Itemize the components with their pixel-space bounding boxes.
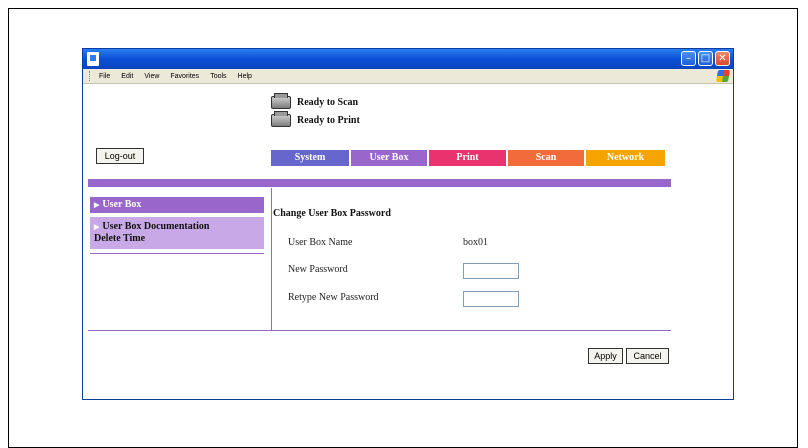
cancel-button[interactable]: Cancel xyxy=(626,348,669,364)
scanner-icon xyxy=(271,93,291,109)
sidebar-item-label: User Box xyxy=(102,199,142,210)
title-bar[interactable]: – □ ✕ xyxy=(83,49,733,69)
sidebar-item-label-line1: User Box Documentation xyxy=(102,221,210,232)
main-tabs: System User Box Print Scan Network xyxy=(271,150,665,166)
triangle-right-icon: ▶ xyxy=(94,223,100,231)
tab-user-box[interactable]: User Box xyxy=(351,150,427,166)
new-password-field[interactable] xyxy=(463,263,519,279)
triangle-right-icon: ▶ xyxy=(94,201,100,209)
page-content: Ready to Scan Ready to Print Log-out Sys… xyxy=(83,84,733,399)
page-title: Change User Box Password xyxy=(273,208,391,219)
sidebar-item-label-line2: Delete Time xyxy=(94,233,146,244)
user-box-name-label: User Box Name xyxy=(288,237,353,248)
form-divider xyxy=(88,330,671,331)
menu-view[interactable]: View xyxy=(144,73,159,80)
vertical-divider xyxy=(271,188,272,330)
menu-edit[interactable]: Edit xyxy=(121,73,133,80)
maximize-icon[interactable]: □ xyxy=(698,51,713,66)
sidebar-item-documentation-delete-time[interactable]: ▶ User Box Documentation Delete Time xyxy=(90,217,264,249)
scanner-status-text: Ready to Scan xyxy=(297,97,359,108)
scanner-status: Ready to Scan xyxy=(271,93,359,109)
tab-network[interactable]: Network xyxy=(586,150,665,166)
menu-favorites[interactable]: Favorites xyxy=(170,73,199,80)
windows-logo-icon xyxy=(715,70,731,82)
tab-print[interactable]: Print xyxy=(429,150,506,166)
sidebar-item-user-box[interactable]: ▶ User Box xyxy=(90,197,264,213)
toolbar-grip xyxy=(89,71,93,81)
browser-icon xyxy=(87,52,99,66)
logout-button[interactable]: Log-out xyxy=(96,148,144,164)
new-password-label: New Password xyxy=(288,264,348,275)
close-icon[interactable]: ✕ xyxy=(715,51,730,66)
retype-password-field[interactable] xyxy=(463,291,519,307)
sidebar-divider xyxy=(90,253,264,254)
menu-help[interactable]: Help xyxy=(238,73,252,80)
user-box-name-value: box01 xyxy=(463,237,488,248)
section-bar xyxy=(88,179,671,187)
minimize-icon[interactable]: – xyxy=(681,51,696,66)
retype-password-label: Retype New Password xyxy=(288,292,379,303)
tab-system[interactable]: System xyxy=(271,150,349,166)
printer-status: Ready to Print xyxy=(271,111,360,127)
printer-icon xyxy=(271,111,291,127)
apply-button[interactable]: Apply xyxy=(588,348,623,364)
tab-scan[interactable]: Scan xyxy=(508,150,584,166)
browser-window: – □ ✕ File Edit View Favorites Tools Hel… xyxy=(82,48,734,400)
menu-file[interactable]: File xyxy=(99,73,110,80)
printer-status-text: Ready to Print xyxy=(297,115,360,126)
menu-bar: File Edit View Favorites Tools Help xyxy=(83,69,733,84)
menu-tools[interactable]: Tools xyxy=(210,73,226,80)
window-controls: – □ ✕ xyxy=(681,51,730,66)
